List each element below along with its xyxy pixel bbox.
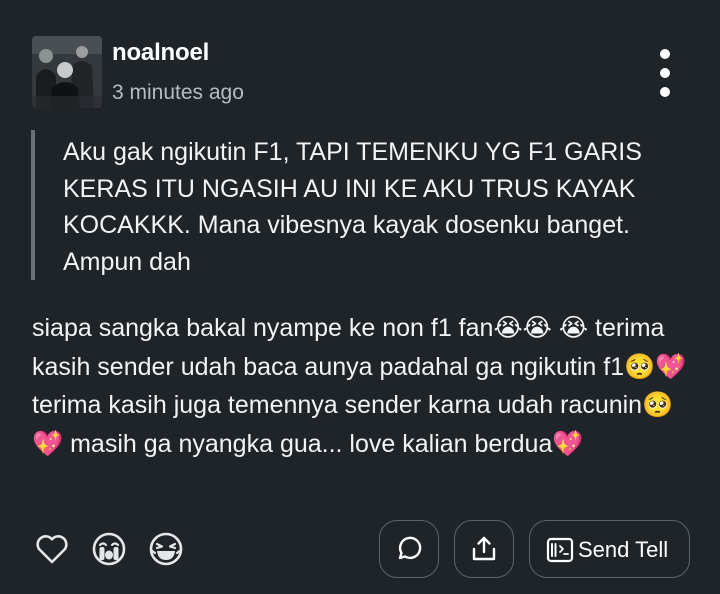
heart-outline-icon[interactable] — [34, 531, 70, 567]
emoji: 💖 — [552, 429, 584, 458]
emoji: 🥺💖 — [624, 352, 687, 381]
action-bar: Send Tell — [0, 518, 720, 580]
emoji: 😭 — [558, 314, 589, 342]
comment-bubble-icon — [398, 536, 422, 560]
quote-text: Aku gak ngikutin F1, TAPI TEMENKU YG F1 … — [63, 138, 642, 276]
share-upload-icon — [472, 536, 496, 561]
share-button[interactable] — [454, 520, 514, 578]
reply-text: siapa sangka bakal nyampe ke non f1 fan😭… — [32, 309, 692, 463]
reply-segment: terima kasih juga temennya sender karna … — [32, 391, 643, 419]
send-tell-button[interactable]: Send Tell — [529, 520, 690, 578]
emoji: 😭😭 — [493, 314, 552, 342]
quoted-message: Aku gak ngikutin F1, TAPI TEMENKU YG F1 … — [31, 130, 681, 280]
avatar[interactable] — [32, 36, 102, 108]
post-header: noalnoel 3 minutes ago — [32, 33, 688, 109]
send-tell-label: Send Tell — [578, 537, 669, 562]
tell-card-icon — [546, 537, 574, 563]
laughing-face-icon[interactable] — [148, 531, 184, 567]
reply-segment — [552, 314, 559, 342]
crying-face-icon[interactable] — [91, 531, 127, 567]
post-timestamp: 3 minutes ago — [112, 81, 244, 104]
reply-segment: siapa sangka bakal nyampe ke non f1 fan — [32, 314, 494, 342]
more-vertical-icon[interactable] — [650, 47, 680, 99]
post-card: noalnoel 3 minutes ago Aku gak ngikutin … — [0, 0, 720, 594]
quote-bar — [31, 130, 35, 280]
reply-segment: masih ga nyangka gua... love kalian berd… — [63, 429, 553, 458]
comment-button[interactable] — [379, 520, 439, 578]
username[interactable]: noalnoel — [112, 39, 209, 67]
